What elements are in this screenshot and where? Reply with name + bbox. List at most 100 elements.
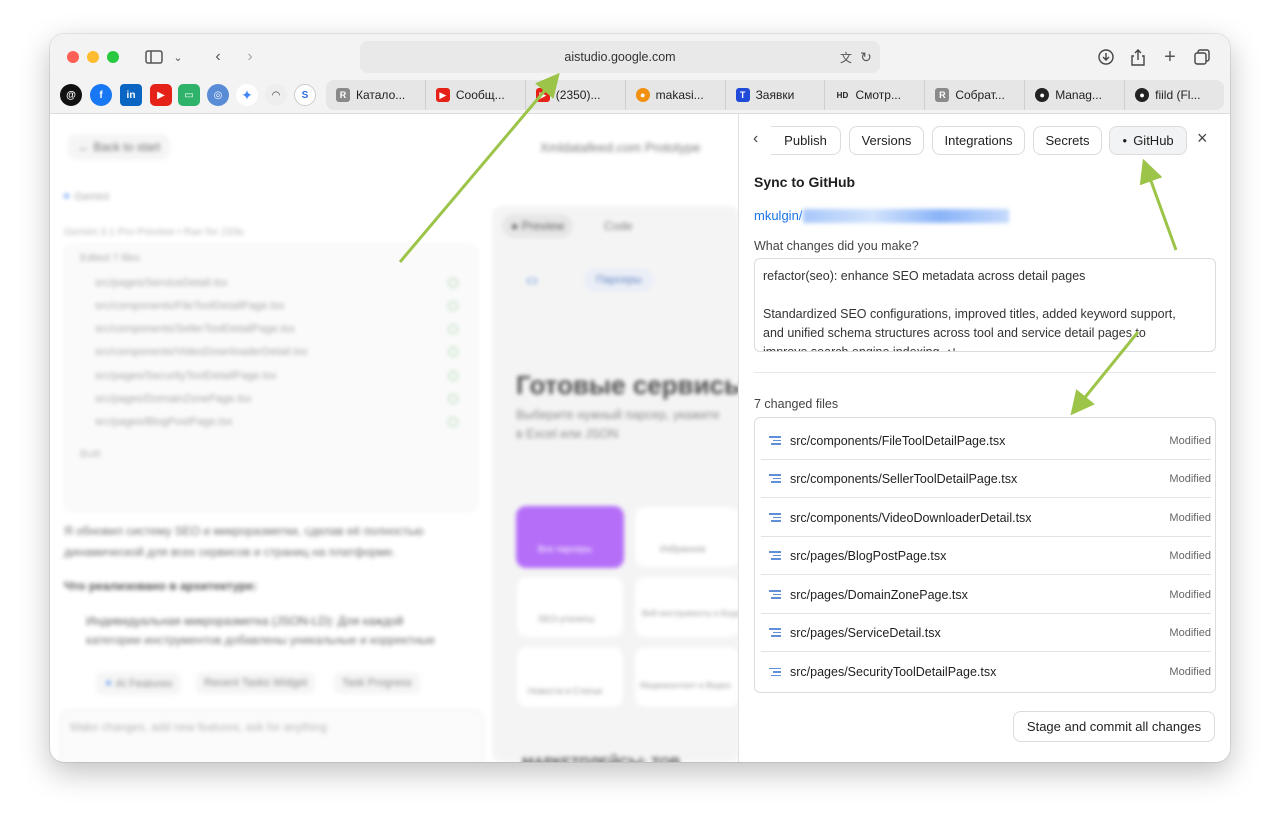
chip[interactable]: ✦ AI Features	[96, 672, 181, 695]
file-lines-icon	[769, 590, 781, 599]
check-icon	[448, 301, 458, 311]
chip[interactable]: Recent Tasks Widget	[196, 672, 316, 694]
file-row[interactable]: src/components/VideoDownloaderDetail.tsx…	[761, 499, 1211, 537]
built-label: Built	[80, 448, 101, 460]
podcast-icon[interactable]: ◠	[265, 84, 287, 106]
file-lines-icon	[769, 667, 781, 677]
bookmark-tab[interactable]: T Заявки	[726, 80, 826, 110]
bookmark-tab-icon: ▶	[435, 88, 450, 102]
check-icon	[448, 417, 458, 427]
nav-pill[interactable]: Парсеры	[584, 268, 654, 292]
globe-app-icon[interactable]: ◎	[207, 84, 229, 106]
file-status: Modified	[1169, 549, 1211, 562]
commit-body-line: improve search engine indexing. ↵	[763, 345, 957, 352]
file-status: Modified	[1169, 511, 1211, 524]
chevron-left-icon[interactable]: ‹	[753, 130, 758, 148]
stripe-app-icon[interactable]: S	[294, 84, 316, 106]
card-all-label: Все парсеры	[538, 544, 592, 554]
commit-body-line: Standardized SEO configurations, improve…	[763, 307, 1176, 321]
card-web-tools[interactable]	[634, 576, 740, 638]
reload-icon[interactable]: ↻	[856, 44, 876, 70]
card-favorites[interactable]	[634, 506, 740, 568]
active-dot-icon: ●	[1122, 136, 1128, 145]
file-row[interactable]: src/pages/SecurityToolDetailPage.tsx Mod…	[761, 653, 1211, 691]
gemini-icon[interactable]: ✦	[236, 84, 258, 106]
bookmark-tab[interactable]: HD Смотр...	[825, 80, 926, 110]
hero-title: Готовые сервисы	[516, 370, 747, 400]
tab-github-label: GitHub	[1133, 133, 1174, 148]
tab-secrets[interactable]: Secrets	[1033, 126, 1102, 155]
card-all-parsers[interactable]	[516, 506, 624, 568]
forward-nav-icon[interactable]: ›	[240, 44, 260, 70]
check-icon	[448, 371, 458, 381]
address-bar[interactable]: aistudio.google.com	[360, 41, 880, 73]
file-row[interactable]: src/pages/DomainZonePage.tsx Modified	[761, 576, 1211, 614]
tab-code[interactable]: Code	[604, 219, 633, 233]
divider	[754, 372, 1216, 373]
chip-label: AI Features	[115, 678, 173, 690]
bookmark-tab-label: Катало...	[356, 88, 406, 102]
file-row[interactable]: src/components/FileToolDetailPage.tsx Mo…	[761, 422, 1211, 460]
card-seo[interactable]	[516, 576, 624, 638]
assistant-bullet: Индивидуальная микроразметка (JSON-LD): …	[86, 614, 404, 628]
tab-github[interactable]: ● GitHub	[1109, 126, 1187, 155]
changes-label: What changes did you make?	[754, 239, 919, 253]
tab-overview-icon[interactable]	[1192, 44, 1212, 70]
commit-body-line: and unified schema structures across too…	[763, 326, 1146, 340]
tab-versions[interactable]: Versions	[849, 126, 924, 155]
back-nav-icon[interactable]: ‹	[208, 44, 228, 70]
edited-file: src/pages/BlogPostPage.tsx	[95, 416, 233, 428]
file-name: src/components/SellerToolDetailPage.tsx	[790, 471, 1018, 486]
download-icon[interactable]	[1096, 44, 1116, 70]
repo-link[interactable]: mkulgin/	[754, 208, 1010, 223]
tab-publish[interactable]: Publish	[771, 126, 841, 155]
file-name: src/components/VideoDownloaderDetail.tsx	[790, 510, 1032, 525]
file-status: Modified	[1169, 588, 1211, 601]
tab-integrations[interactable]: Integrations	[932, 126, 1025, 155]
file-status: Modified	[1169, 434, 1211, 447]
bookmark-tab[interactable]: ▶ Сообщ...	[426, 80, 526, 110]
card-news[interactable]	[516, 646, 624, 708]
sidebar-toggle-icon[interactable]	[142, 44, 166, 70]
file-name: src/pages/BlogPostPage.tsx	[790, 548, 947, 563]
file-status: Modified	[1169, 626, 1211, 639]
zoom-window-button[interactable]	[107, 51, 119, 63]
bookmark-tab[interactable]: ▶ (2350)...	[526, 80, 626, 110]
bookmark-tab[interactable]: R Катало...	[326, 80, 426, 110]
model-label: Gemini	[74, 191, 110, 203]
translate-icon[interactable]: 文	[836, 44, 856, 70]
tab-preview[interactable]: ● Preview	[502, 214, 574, 238]
youtube-icon[interactable]: ▶	[150, 84, 172, 106]
close-icon[interactable]: ×	[1197, 128, 1208, 149]
bookmark-tab-icon: R	[336, 88, 350, 102]
card-media[interactable]	[634, 646, 740, 708]
monitor-app-icon[interactable]: ▭	[178, 84, 200, 106]
file-row[interactable]: src/pages/ServiceDetail.tsx Modified	[761, 614, 1211, 652]
bookmark-tab-label: makasi...	[655, 88, 704, 102]
minimize-window-button[interactable]	[87, 51, 99, 63]
chevron-down-icon[interactable]: ⌄	[170, 44, 186, 70]
stage-commit-button[interactable]: Stage and commit all changes	[1013, 711, 1215, 742]
bookmark-tab-label: (2350)...	[555, 88, 601, 102]
edited-file: src/pages/SecurityToolDetailPage.tsx	[95, 370, 277, 382]
bookmark-tab[interactable]: ● fiild (Fl...	[1125, 80, 1224, 110]
prompt-placeholder: Make changes, add new features, ask for …	[70, 722, 327, 734]
close-window-button[interactable]	[67, 51, 79, 63]
bookmark-tab[interactable]: ● Manag...	[1025, 80, 1126, 110]
new-tab-icon[interactable]: +	[1160, 44, 1180, 70]
bookmark-tab[interactable]: R Собрат...	[925, 80, 1026, 110]
facebook-icon[interactable]: f	[90, 84, 112, 106]
chip[interactable]: Task Progress	[334, 672, 420, 694]
file-row[interactable]: src/pages/BlogPostPage.tsx Modified	[761, 537, 1211, 575]
file-row[interactable]: src/components/SellerToolDetailPage.tsx …	[761, 460, 1211, 498]
share-icon[interactable]	[1128, 44, 1148, 70]
back-to-start-button[interactable]: ← Back to start	[68, 134, 171, 160]
commit-message-input[interactable]: refactor(seo): enhance SEO metadata acro…	[754, 258, 1216, 352]
commit-summary: refactor(seo): enhance SEO metadata acro…	[763, 269, 1086, 283]
linkedin-icon[interactable]: in	[120, 84, 142, 106]
file-name: src/pages/DomainZonePage.tsx	[790, 587, 968, 602]
run-info: Gemini 3.1 Pro Preview • Ran for 233s	[64, 226, 244, 238]
prompt-input[interactable]	[60, 710, 484, 762]
bookmark-tab[interactable]: ● makasi...	[626, 80, 726, 110]
threads-icon[interactable]: @	[60, 84, 82, 106]
